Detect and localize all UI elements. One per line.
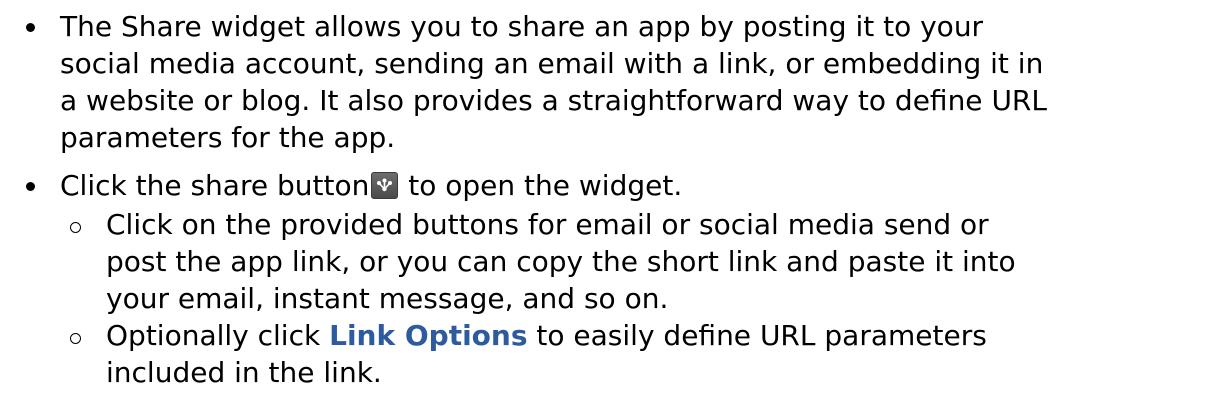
paragraph-line: Click on the provided buttons for email … [106, 208, 989, 241]
sub-bullet-marker [70, 222, 81, 233]
paragraph-line: The Share widget allows you to share an … [60, 10, 984, 43]
paragraph-line: parameters for the app. [60, 121, 396, 154]
paragraph-line: a website or blog. It also provides a st… [60, 84, 1047, 117]
document-body: The Share widget allows you to share an … [0, 0, 1210, 415]
instruction-text: Optionally click [106, 319, 330, 352]
link-options-label: Link Options [329, 319, 528, 352]
bullet-marker [26, 23, 35, 32]
paragraph-line: included in the link. [106, 356, 382, 389]
sub-bullet-marker [70, 333, 81, 344]
paragraph-line: social media account, sending an email w… [60, 47, 1044, 80]
instruction-text: Click the share button [60, 169, 370, 202]
bullet-marker [26, 182, 35, 191]
paragraph-line: Click the share button to open the widge… [60, 168, 682, 204]
paragraph-line: post the app link, or you can copy the s… [106, 245, 1016, 278]
share-icon [371, 172, 399, 199]
paragraph-line: your email, instant message, and so on. [106, 282, 669, 315]
instruction-text: to easily define URL parameters [527, 319, 987, 352]
instruction-text: to open the widget. [399, 169, 683, 202]
paragraph-line: Optionally click Link Options to easily … [106, 318, 987, 354]
